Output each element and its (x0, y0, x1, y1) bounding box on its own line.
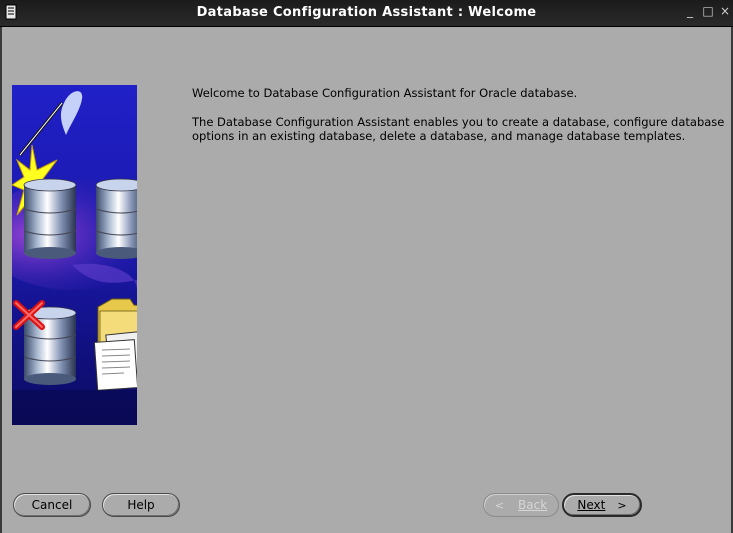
next-button[interactable]: Next > (562, 493, 642, 517)
description-text: The Database Configuration Assistant ena… (192, 115, 725, 143)
next-arrow-icon: > (617, 499, 627, 512)
welcome-illustration (12, 85, 137, 425)
title-bar: Database Configuration Assistant : Welco… (0, 0, 733, 27)
next-label: Next (577, 498, 606, 512)
close-icon[interactable]: × (718, 4, 732, 18)
welcome-text: Welcome to Database Configuration Assist… (192, 86, 578, 100)
cancel-button[interactable]: Cancel (13, 493, 91, 517)
window-title: Database Configuration Assistant : Welco… (196, 5, 537, 20)
window-frame-left (0, 27, 2, 533)
database-icon (95, 178, 137, 259)
back-arrow-icon: < (494, 499, 505, 512)
maximize-icon[interactable]: □ (701, 4, 715, 18)
database-icon (23, 178, 77, 259)
minimize-icon[interactable]: _ (683, 4, 697, 18)
back-label: Back (518, 498, 548, 512)
help-button[interactable]: Help (102, 493, 180, 517)
back-button[interactable]: < Back (483, 493, 559, 517)
